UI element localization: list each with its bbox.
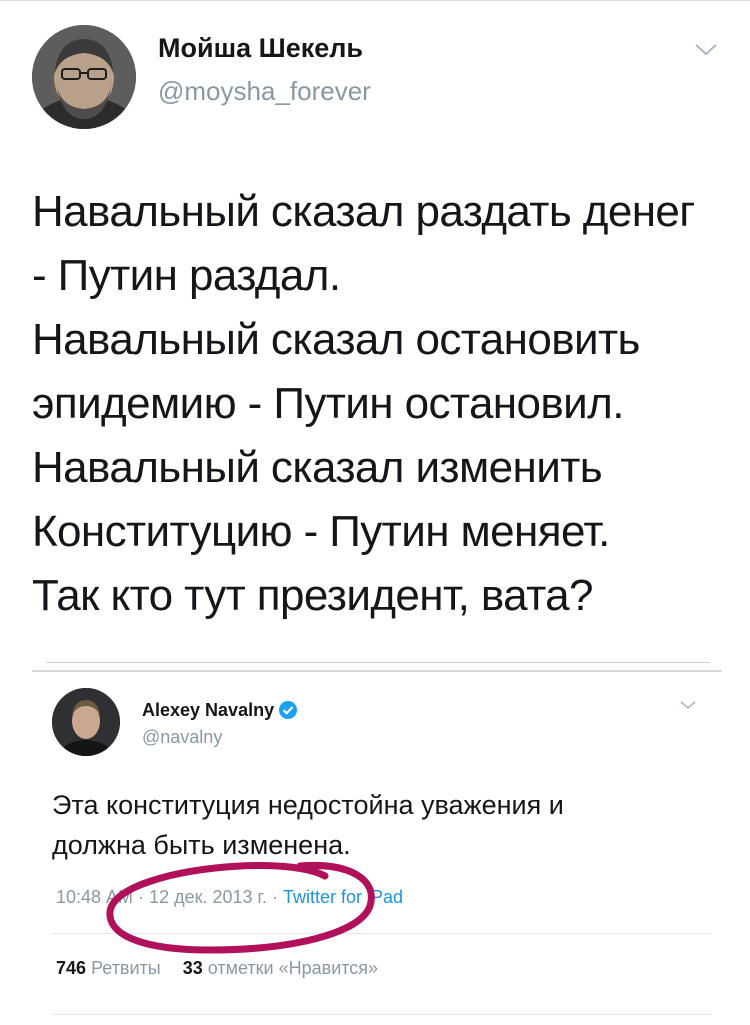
tweet-line: Навальный сказал раздать денег	[32, 187, 695, 236]
retweets-label: Ретвиты	[91, 958, 161, 978]
retweets-stat[interactable]: 746 Ретвиты	[56, 958, 161, 978]
top-divider	[0, 0, 750, 1]
separator: ·	[271, 887, 278, 907]
avatar[interactable]	[32, 25, 136, 129]
quoted-tweet-text: Эта конституция недостойна уважения и до…	[52, 785, 712, 865]
tweet-line: - Путин раздал.	[32, 251, 341, 300]
separator: ·	[138, 887, 145, 907]
likes-count: 33	[182, 958, 203, 978]
divider	[52, 933, 712, 934]
quoted-tweet-line: Эта конституция недостойна уважения и	[52, 790, 564, 820]
quoted-author-name[interactable]: Alexey Navalny	[142, 700, 298, 721]
retweets-count: 746	[56, 958, 87, 978]
tweet-date[interactable]: 12 дек. 2013 г.	[149, 887, 267, 907]
divider	[46, 662, 710, 663]
chevron-down-icon[interactable]	[679, 698, 697, 712]
chevron-down-icon[interactable]	[693, 40, 719, 60]
divider	[32, 670, 722, 672]
avatar-photo	[32, 25, 136, 129]
tweet-line: Навальный сказал изменить	[32, 443, 603, 492]
tweet-line: эпидемию - Путин остановил.	[32, 379, 624, 428]
verified-badge-icon	[279, 701, 298, 719]
tweet-line: Конституцию - Путин меняет.	[32, 507, 610, 556]
author-handle[interactable]: @moysha_forever	[158, 76, 371, 107]
divider	[52, 1014, 712, 1015]
quoted-author-handle[interactable]: @navalny	[142, 727, 222, 748]
likes-stat[interactable]: 33 отметки «Нравится»	[183, 958, 378, 978]
quoted-author-name-text: Alexey Navalny	[142, 700, 275, 720]
tweet-source-link[interactable]: Twitter for iPad	[283, 887, 403, 907]
likes-label: отметки «Нравится»	[207, 958, 379, 978]
tweet-line: Так кто тут президент, вата?	[32, 571, 593, 620]
quoted-avatar-photo	[52, 688, 120, 756]
author-name[interactable]: Мойша Шекель	[158, 33, 363, 64]
tweet-meta: 10:48 АМ · 12 дек. 2013 г. · Twitter for…	[56, 887, 403, 908]
tweet-stats: 746 Ретвиты 33 отметки «Нравится»	[56, 958, 378, 979]
tweet-time[interactable]: 10:48 АМ	[56, 887, 133, 907]
quoted-tweet-line: должна быть изменена.	[52, 830, 351, 860]
tweet-text: Навальный сказал раздать денег - Путин р…	[32, 180, 732, 628]
tweet-line: Навальный сказал остановить	[32, 315, 640, 364]
quoted-avatar[interactable]	[52, 688, 120, 756]
